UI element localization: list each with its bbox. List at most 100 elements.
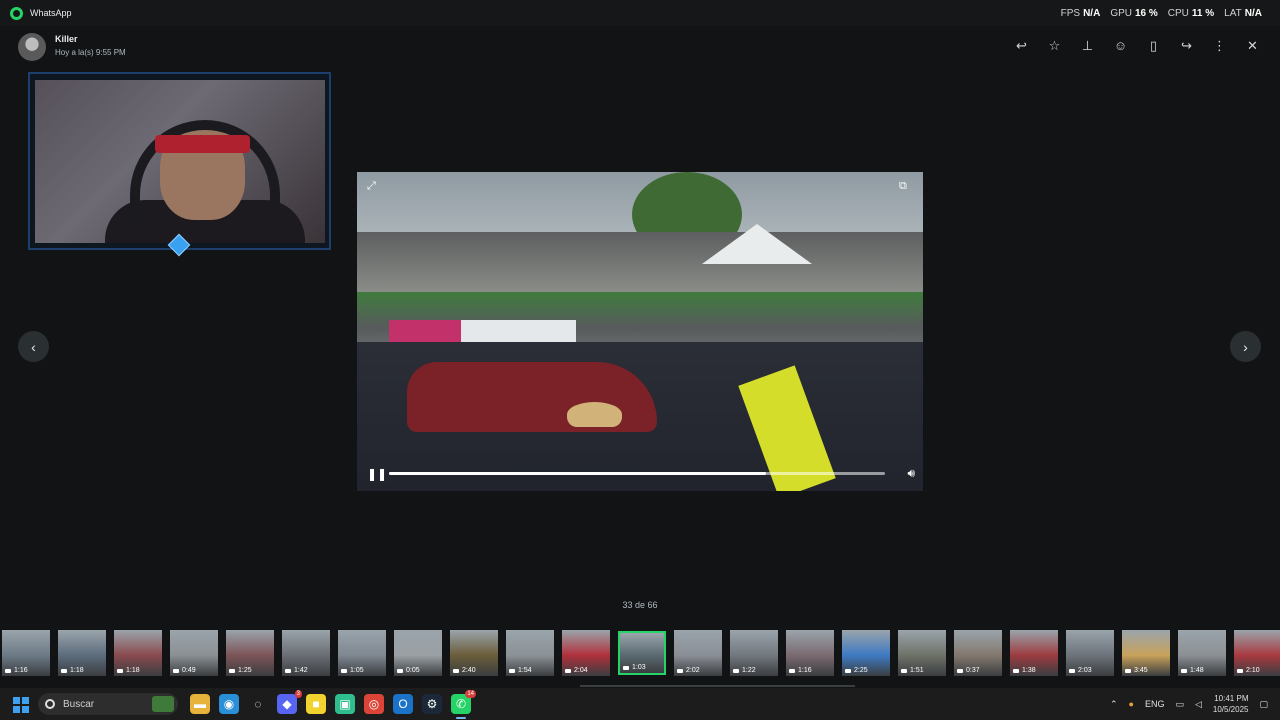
next-media-button[interactable]: › [1230, 331, 1261, 362]
thumbnail[interactable]: 1:18 [114, 630, 162, 676]
star-icon[interactable]: ☆ [1045, 36, 1064, 55]
search-icon [45, 699, 55, 709]
thumbnail-meta: 1:42 [285, 667, 308, 674]
thumbnail-duration: 1:18 [70, 667, 84, 674]
thumbnail-duration: 1:48 [1190, 667, 1204, 674]
file-explorer-icon[interactable]: ▬ [190, 694, 210, 714]
delete-icon[interactable]: ▯ [1144, 36, 1163, 55]
thumbnail-duration: 1:05 [350, 667, 364, 674]
thumbnail[interactable]: 1:18 [58, 630, 106, 676]
speaker-icon[interactable]: ◁ [1195, 699, 1202, 710]
thumbnail[interactable]: 2:04 [562, 630, 610, 676]
clock-date: 10/5/2025 [1212, 705, 1249, 714]
thumbnail[interactable]: 0:05 [394, 630, 442, 676]
perf-label: LAT [1224, 8, 1242, 19]
video-camera-icon [677, 668, 683, 673]
thumbnail[interactable]: 1:48 [1178, 630, 1226, 676]
thumbnail-meta: 1:51 [901, 667, 924, 674]
emoji-icon[interactable]: ☺ [1111, 36, 1130, 55]
video-camera-icon [901, 668, 907, 673]
reply-icon[interactable]: ↩ [1012, 36, 1031, 55]
thumbnail[interactable]: 0:49 [170, 630, 218, 676]
whatsapp-logo-icon [10, 6, 23, 20]
notification-badge: 14 [465, 690, 476, 698]
video-camera-icon [789, 668, 795, 673]
discord-icon[interactable]: ◆ 3 [277, 690, 302, 714]
outlook-icon[interactable]: O [393, 694, 413, 714]
network-icon[interactable]: ▭ [1175, 699, 1184, 710]
thumbnail[interactable]: 2:40 [450, 630, 498, 676]
thumbnail-duration: 1:16 [798, 667, 812, 674]
perf-fps: FPS N/A [1061, 8, 1101, 19]
pause-icon[interactable]: ❚❚ [367, 467, 387, 481]
thumbnail-duration: 1:22 [742, 667, 756, 674]
video-camera-icon [1013, 668, 1019, 673]
thumbnail[interactable]: 2:25 [842, 630, 890, 676]
pin-icon[interactable]: ⊥ [1078, 36, 1097, 55]
thumbnail[interactable]: 1:42 [282, 630, 330, 676]
thumbnail-meta: 1:54 [509, 667, 532, 674]
microphone-icon[interactable]: ● [1129, 699, 1134, 709]
thumbnail-strip: 1:16 1:18 1:18 0:49 1:25 1:42 1:05 0:05 2:40 1:54… [0, 628, 1280, 678]
thumbnail[interactable]: 3:45 [1122, 630, 1170, 676]
chevron-up-icon[interactable]: ⌃ [1110, 699, 1118, 710]
previous-media-button[interactable]: ‹ [18, 331, 49, 362]
thumbnail[interactable]: 2:03 [1066, 630, 1114, 676]
clock-time: 10:41 PM [1214, 694, 1249, 703]
thumbnail[interactable]: 0:37 [954, 630, 1002, 676]
thumbnail-duration: 0:37 [966, 667, 980, 674]
thumbnail[interactable]: 1:16 [786, 630, 834, 676]
app-green-icon[interactable]: ▣ [335, 694, 355, 714]
sender-name: Killer [55, 34, 78, 44]
forward-icon[interactable]: ↪ [1177, 36, 1196, 55]
thumbnail[interactable]: 1:16 [2, 630, 50, 676]
search-label: Buscar [63, 698, 95, 710]
popout-icon[interactable]: ⧉ [899, 180, 913, 194]
thumbnail[interactable]: 1:05 [338, 630, 386, 676]
thumbnail[interactable]: 2:10 [1234, 630, 1280, 676]
language-indicator[interactable]: ENG [1145, 699, 1165, 709]
taskbar-search[interactable]: Buscar [38, 693, 178, 715]
avatar[interactable] [18, 33, 46, 61]
video-camera-icon [61, 668, 67, 673]
thumbnail-duration: 2:02 [686, 667, 700, 674]
thumbnail-meta: 1:25 [229, 667, 252, 674]
perf-value: N/A [1083, 8, 1101, 19]
thumbnail-duration: 2:25 [854, 667, 868, 674]
video-camera-icon [733, 668, 739, 673]
app-ring-icon[interactable]: ◌ [248, 694, 268, 714]
thumbnail-duration: 1:25 [238, 667, 252, 674]
start-button[interactable] [13, 697, 29, 713]
chrome-icon[interactable]: ◎ [364, 694, 384, 714]
thumbnail-duration: 2:40 [462, 667, 476, 674]
thumbnail-meta: 2:25 [845, 667, 868, 674]
notification-icon[interactable]: ▢ [1259, 699, 1268, 710]
video-camera-icon [957, 668, 963, 673]
performance-overlay: FPS N/A GPU 16 % CPU 11 % LAT N/A [1061, 8, 1262, 19]
video-progress-bar[interactable] [389, 472, 885, 475]
thumbnail-selected[interactable]: 1:03 [618, 631, 666, 675]
thumbnail[interactable]: 1:25 [226, 630, 274, 676]
thumbnail[interactable]: 2:02 [674, 630, 722, 676]
close-icon[interactable]: ✕ [1243, 36, 1262, 55]
thumbnail-meta: 1:16 [5, 667, 28, 674]
thumbnail[interactable]: 1:22 [730, 630, 778, 676]
notification-badge: 3 [294, 690, 302, 698]
whatsapp-icon[interactable]: ✆ 14 [451, 690, 476, 714]
edge-icon[interactable]: ◉ [219, 694, 239, 714]
more-options-icon[interactable]: ⋮ [1210, 36, 1229, 55]
system-tray: ⌃ ● ENG ▭ ◁ 10:41 PM 10/5/2025 ▢ [1110, 688, 1280, 720]
sticky-notes-icon[interactable]: ■ [306, 694, 326, 714]
video-player[interactable]: ⤢ ⧉ ❚❚ 🔊︎ [357, 172, 923, 491]
fullscreen-icon[interactable]: ⤢ [367, 180, 381, 194]
thumbnail-meta: 1:22 [733, 667, 756, 674]
thumbnail[interactable]: 1:38 [1010, 630, 1058, 676]
thumbnail[interactable]: 1:51 [898, 630, 946, 676]
clock[interactable]: 10:41 PM 10/5/2025 [1213, 693, 1249, 715]
thumbnail[interactable]: 1:54 [506, 630, 554, 676]
steam-icon[interactable]: ⚙ [422, 694, 442, 714]
perf-gpu: GPU 16 % [1110, 8, 1157, 19]
thumbnail-scrollbar[interactable] [580, 685, 855, 687]
volume-icon[interactable]: 🔊︎ [907, 466, 915, 481]
chevron-left-icon: ‹ [31, 338, 36, 355]
